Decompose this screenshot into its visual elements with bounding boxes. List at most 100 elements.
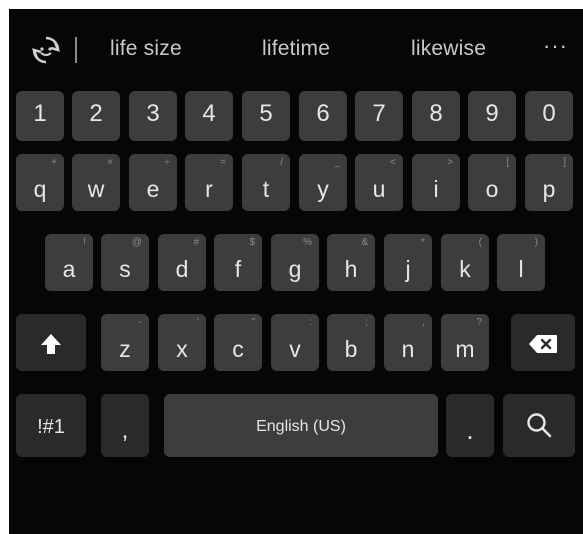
key-label: 4 — [202, 100, 216, 127]
key-label: 9 — [485, 100, 499, 127]
key-w[interactable]: × w — [72, 154, 120, 211]
key-t[interactable]: / t — [242, 154, 290, 211]
key-label: 6 — [316, 100, 330, 127]
key-hint: @ — [131, 237, 142, 248]
key-hint: ? — [476, 317, 482, 328]
space-bar[interactable]: English (US) — [164, 394, 438, 457]
key-hint: × — [107, 157, 113, 168]
key-label: a — [62, 256, 76, 282]
key-label: m — [455, 336, 475, 362]
key-hint: = — [220, 157, 226, 168]
key-h[interactable]: & h — [327, 234, 375, 291]
key-hint: ] — [563, 157, 566, 168]
shift-key[interactable] — [16, 314, 86, 371]
key-5[interactable]: 5 — [242, 91, 290, 141]
key-hint: ; — [365, 317, 368, 328]
key-3[interactable]: 3 — [129, 91, 177, 141]
key-label: h — [344, 256, 358, 282]
key-label: v — [289, 336, 301, 362]
key-label: 1 — [33, 100, 47, 127]
key-hint: [ — [506, 157, 509, 168]
key-9[interactable]: 9 — [468, 91, 516, 141]
key-hint: $ — [249, 237, 255, 248]
comma-key[interactable]: , — [101, 394, 149, 457]
symbols-key[interactable]: !#1 — [16, 394, 86, 457]
key-hint: ' — [197, 317, 199, 328]
key-hint: _ — [334, 157, 340, 168]
key-s[interactable]: @ s — [101, 234, 149, 291]
key-label: w — [87, 176, 105, 202]
suggestion-3[interactable]: likewise — [411, 37, 486, 61]
key-hint: > — [447, 157, 453, 168]
key-hint: ( — [478, 237, 482, 248]
key-r[interactable]: = r — [185, 154, 233, 211]
key-label: 8 — [429, 100, 443, 127]
period-key[interactable]: . — [446, 394, 494, 457]
key-v[interactable]: :v — [271, 314, 319, 371]
key-label: i — [433, 176, 439, 202]
key-i[interactable]: > i — [412, 154, 460, 211]
key-d[interactable]: # d — [158, 234, 206, 291]
key-hint: * — [421, 237, 425, 248]
key-hint: + — [51, 157, 57, 168]
key-hint: " — [251, 317, 255, 328]
key-e[interactable]: ÷ e — [129, 154, 177, 211]
key-label: 2 — [89, 100, 103, 127]
key-label: . — [466, 415, 474, 445]
key-g[interactable]: % g — [271, 234, 319, 291]
suggestion-1[interactable]: life size — [110, 37, 182, 61]
key-label: p — [542, 176, 556, 202]
key-m[interactable]: ? m — [441, 314, 489, 371]
keyboard: life size lifetime likewise ··· 1 2 3 4 … — [9, 9, 583, 534]
key-label: z — [119, 336, 131, 362]
key-label: d — [175, 256, 189, 282]
key-f[interactable]: $ f — [214, 234, 262, 291]
key-a[interactable]: ! a — [45, 234, 93, 291]
key-label: f — [234, 256, 242, 282]
key-1[interactable]: 1 — [16, 91, 64, 141]
key-label: 3 — [146, 100, 160, 127]
key-j[interactable]: * j — [384, 234, 432, 291]
shift-arrow-icon — [39, 332, 63, 356]
key-hint: % — [303, 237, 312, 248]
key-hint: / — [280, 157, 283, 168]
key-l[interactable]: ) l — [497, 234, 545, 291]
key-label: n — [401, 336, 415, 362]
more-options-icon[interactable]: ··· — [543, 33, 568, 59]
suggestion-bar: life size lifetime likewise ··· — [9, 9, 583, 89]
key-label: k — [459, 256, 471, 282]
key-o[interactable]: [o — [468, 154, 516, 211]
key-b[interactable]: ; b — [327, 314, 375, 371]
key-hint: : — [309, 317, 312, 328]
refresh-icon[interactable] — [29, 33, 63, 67]
key-hint: - — [138, 317, 142, 328]
key-label: x — [176, 336, 188, 362]
suggestion-2[interactable]: lifetime — [262, 37, 330, 61]
key-y[interactable]: _ y — [299, 154, 347, 211]
backspace-key[interactable] — [511, 314, 575, 371]
key-label: l — [518, 256, 524, 282]
key-6[interactable]: 6 — [299, 91, 347, 141]
key-p[interactable]: ] p — [525, 154, 573, 211]
key-z[interactable]: -z — [101, 314, 149, 371]
key-n[interactable]: ,n — [384, 314, 432, 371]
key-q[interactable]: + q — [16, 154, 64, 211]
key-label: u — [372, 176, 386, 202]
key-2[interactable]: 2 — [72, 91, 120, 141]
key-7[interactable]: 7 — [355, 91, 403, 141]
key-x[interactable]: ' x — [158, 314, 206, 371]
key-8[interactable]: 8 — [412, 91, 460, 141]
key-k[interactable]: (k — [441, 234, 489, 291]
key-c[interactable]: " c — [214, 314, 262, 371]
key-u[interactable]: < u — [355, 154, 403, 211]
key-label: r — [205, 176, 213, 202]
key-label: y — [317, 176, 329, 202]
search-icon — [526, 412, 552, 438]
key-4[interactable]: 4 — [185, 91, 233, 141]
key-label: c — [232, 336, 244, 362]
key-label: b — [344, 336, 358, 362]
search-key[interactable] — [503, 394, 575, 457]
backspace-icon — [528, 334, 558, 354]
key-hint: ! — [83, 237, 86, 248]
key-0[interactable]: 0 — [525, 91, 573, 141]
